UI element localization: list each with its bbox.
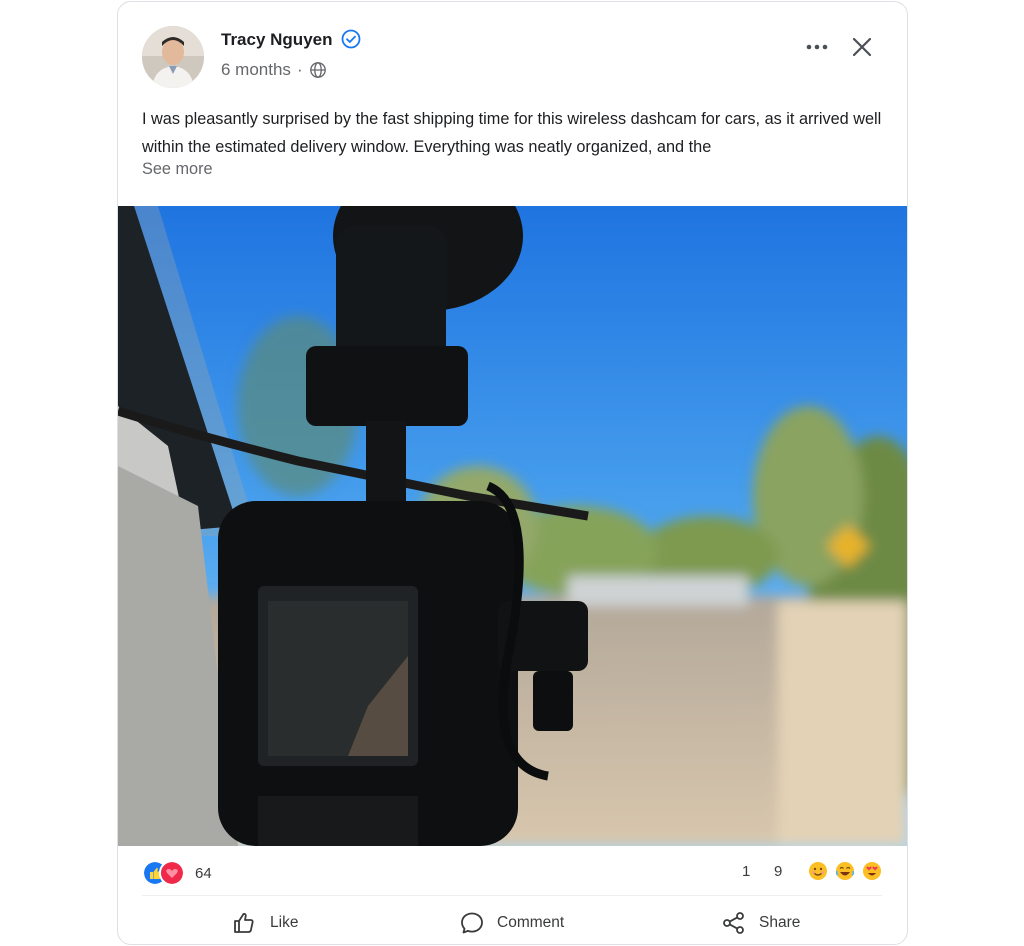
more-icon (806, 44, 828, 50)
globe-icon (309, 62, 326, 78)
comment-button[interactable]: Comment (459, 906, 564, 940)
author-name[interactable]: Tracy Nguyen (221, 30, 333, 50)
love-reaction-icon (159, 860, 185, 886)
meta-separator: · (296, 60, 303, 79)
reactions-summary[interactable]: 64 (142, 860, 212, 886)
see-more-link[interactable]: See more (142, 160, 213, 179)
comment-label: Comment (497, 914, 565, 931)
share-icon (723, 912, 744, 934)
verified-icon (341, 29, 361, 49)
laugh-emoji-icon (835, 862, 855, 880)
post-card: Tracy Nguyen 6 months · I was pleasantly… (117, 1, 908, 945)
share-label: Share (759, 914, 801, 931)
post-photo[interactable] (118, 206, 907, 846)
smile-emoji-icon (809, 862, 827, 880)
thumbs-up-icon (234, 912, 254, 933)
actions-divider (142, 895, 882, 896)
share-button[interactable]: Share (721, 906, 800, 940)
author-avatar[interactable] (142, 26, 204, 88)
post-text: I was pleasantly surprised by the fast s… (142, 110, 882, 156)
heart-eyes-emoji-icon (863, 862, 881, 880)
post-meta: 6 months · (221, 60, 327, 80)
like-button[interactable]: Like (232, 906, 298, 940)
close-icon[interactable] (849, 34, 875, 60)
post-time[interactable]: 6 months (221, 60, 291, 80)
emoji-reactions[interactable] (807, 860, 883, 882)
more-options-button[interactable] (802, 32, 832, 62)
comment-icon (461, 912, 483, 934)
share-count[interactable]: 9 (774, 863, 782, 880)
comment-count[interactable]: 1 (742, 863, 750, 880)
like-label: Like (270, 914, 299, 931)
reaction-count: 64 (195, 864, 212, 882)
